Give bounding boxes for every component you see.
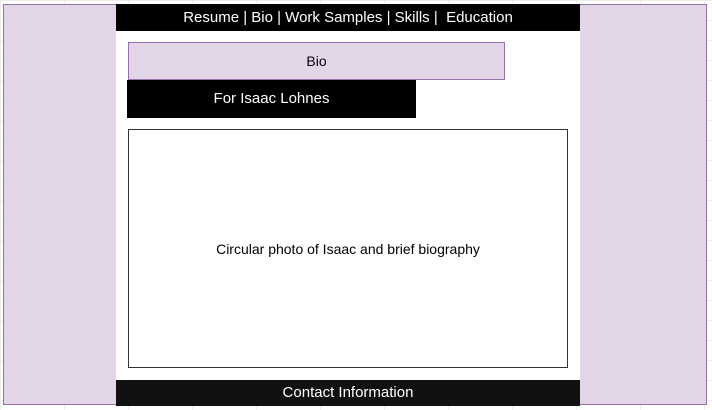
contact-information-footer[interactable]: Contact Information xyxy=(116,380,580,406)
biography-content-box: Circular photo of Isaac and brief biogra… xyxy=(128,129,568,368)
biography-placeholder-text: Circular photo of Isaac and brief biogra… xyxy=(216,240,480,257)
left-side-panel xyxy=(3,4,117,405)
right-side-panel xyxy=(579,4,707,405)
bio-heading-box: Bio xyxy=(128,42,505,80)
subtitle-bar: For Isaac Lohnes xyxy=(127,80,416,118)
page-frame: Resume | Bio | Work Samples | Skills | E… xyxy=(116,4,580,406)
navigation-bar[interactable]: Resume | Bio | Work Samples | Skills | E… xyxy=(116,4,580,31)
